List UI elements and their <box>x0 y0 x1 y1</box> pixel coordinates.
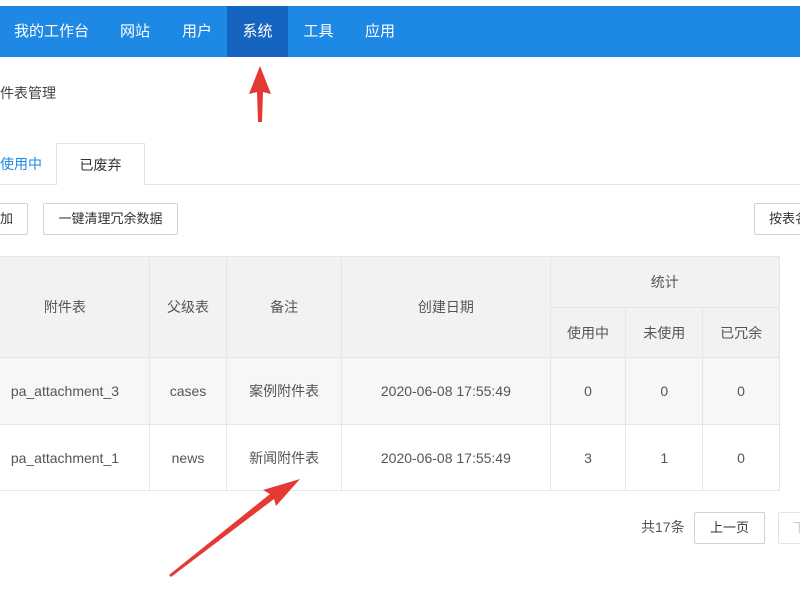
clean-redundant-button[interactable]: 一键清理冗余数据 <box>43 203 178 235</box>
nav-item-apps[interactable]: 应用 <box>349 6 411 57</box>
table-row: pa_attachment_1 news 新闻附件表 2020-06-08 17… <box>0 424 780 491</box>
cell-created: 2020-06-08 17:55:49 <box>341 424 551 491</box>
attachment-table: 附件表 父级表 备注 创建日期 统计 使用中 未使用 已冗余 pa_attach… <box>0 256 781 491</box>
table-row: pa_attachment_3 cases 案例附件表 2020-06-08 1… <box>0 357 780 425</box>
th-attachment-table: 附件表 <box>0 256 150 358</box>
th-in-use: 使用中 <box>549 307 627 358</box>
nav-item-website[interactable]: 网站 <box>103 6 167 57</box>
cell-table-name: pa_attachment_1 <box>0 424 150 491</box>
nav-item-tools[interactable]: 工具 <box>288 6 349 57</box>
add-button[interactable]: 添加 <box>0 203 28 235</box>
page-title: 附件表管理 <box>0 85 56 101</box>
cell-redundant: 0 <box>702 357 780 425</box>
search-by-table-button[interactable]: 按表名 <box>754 203 800 235</box>
tab-in-use[interactable]: 使用中 <box>0 143 56 185</box>
cell-unused: 1 <box>625 424 704 491</box>
tab-deprecated[interactable]: 已废弃 <box>56 143 145 185</box>
cell-unused: 0 <box>625 357 704 425</box>
th-statistics: 统计 <box>549 256 781 308</box>
nav-item-workbench[interactable]: 我的工作台 <box>0 6 103 57</box>
pager-next-button[interactable]: 下 <box>778 512 800 544</box>
th-created-date: 创建日期 <box>341 256 551 358</box>
th-parent-table: 父级表 <box>148 256 228 358</box>
cell-redundant: 0 <box>702 424 780 491</box>
th-redundant: 已冗余 <box>702 307 780 358</box>
pager-total-count: 共17条 <box>641 519 685 535</box>
nav-item-users[interactable]: 用户 <box>167 6 227 57</box>
pager-prev-button[interactable]: 上一页 <box>694 512 765 544</box>
annotation-arrow-diagonal-icon <box>169 479 300 577</box>
attachment-table-viewport: 附件表 父级表 备注 创建日期 统计 使用中 未使用 已冗余 pa_attach… <box>0 256 800 492</box>
cell-table-name: pa_attachment_3 <box>0 357 150 425</box>
annotation-arrow-up-icon <box>249 66 271 122</box>
nav-item-system[interactable]: 系统 <box>227 6 288 57</box>
cell-created: 2020-06-08 17:55:49 <box>341 357 551 425</box>
th-remark: 备注 <box>226 256 343 358</box>
cell-remark: 案例附件表 <box>226 357 343 425</box>
th-unused: 未使用 <box>625 307 704 358</box>
cell-in-use: 0 <box>549 357 627 425</box>
top-nav-bar: 我的工作台 网站 用户 系统 工具 应用 <box>0 6 800 57</box>
cell-in-use: 3 <box>549 424 627 491</box>
cell-parent: cases <box>148 357 228 425</box>
